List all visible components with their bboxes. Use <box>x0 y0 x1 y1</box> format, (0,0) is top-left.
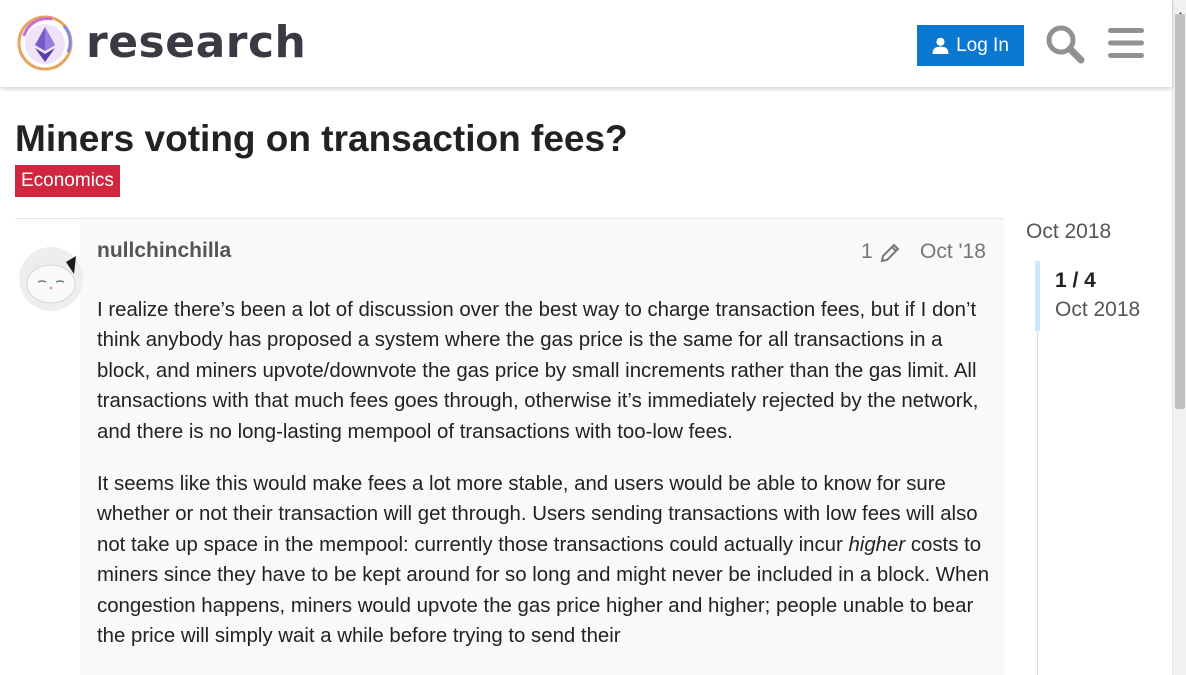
edit-history-indicator[interactable]: 1 <box>861 240 902 264</box>
scrollbar-thumb[interactable] <box>1175 14 1185 409</box>
search-icon[interactable] <box>1045 24 1085 69</box>
timeline-scroll-handle[interactable] <box>1035 261 1040 331</box>
hamburger-menu-icon[interactable] <box>1108 26 1144 65</box>
post-username[interactable]: nullchinchilla <box>97 239 231 263</box>
timeline-position: 1 / 4 <box>1055 269 1096 292</box>
pencil-icon <box>880 241 902 263</box>
site-logo[interactable]: research <box>16 14 306 72</box>
edit-count: 1 <box>861 240 873 263</box>
post-content: I realize there’s been a lot of discussi… <box>97 295 997 673</box>
login-label: Log In <box>956 34 1009 56</box>
emphasized-text: higher <box>848 533 906 556</box>
ethereum-research-logo-icon <box>17 15 73 71</box>
topic-title[interactable]: Miners voting on transaction fees? <box>15 118 628 160</box>
post-paragraph: It seems like this would make fees a lot… <box>97 473 990 648</box>
page-scrollbar[interactable] <box>1172 0 1186 675</box>
timeline-start-date[interactable]: Oct 2018 <box>1026 220 1111 244</box>
login-button[interactable]: Log In <box>917 25 1024 66</box>
site-header: research Log In <box>0 0 1172 87</box>
user-icon <box>932 37 949 54</box>
timeline-current-date: Oct 2018 <box>1055 298 1141 321</box>
category-badge[interactable]: Economics <box>15 165 120 197</box>
post-paragraph: I realize there’s been a lot of discussi… <box>97 299 979 443</box>
site-name: research <box>86 17 307 68</box>
post-date[interactable]: Oct '18 <box>920 240 986 264</box>
avatar[interactable] <box>18 246 84 317</box>
